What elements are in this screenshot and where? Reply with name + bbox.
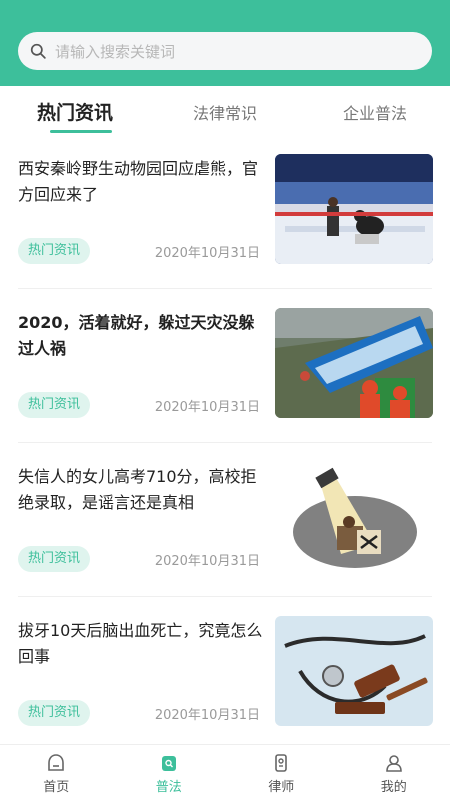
law-icon (161, 756, 176, 771)
list-divider (18, 288, 432, 289)
tab-legal-knowledge[interactable]: 法律常识 (150, 86, 300, 136)
search-bar[interactable]: 请输入搜索关键词 (18, 32, 432, 70)
list-item[interactable]: 2020，活着就好，躲过天灾没躲过人祸 热门资讯 2020年10月31日 (0, 290, 450, 444)
category-tag: 热门资讯 (18, 392, 91, 418)
article-title: 西安秦岭野生动物园回应虐熊，官方回应来了 (18, 159, 259, 204)
bear-show-photo (275, 154, 433, 264)
header-bar: 请输入搜索关键词 (0, 0, 450, 86)
article-title: 2020，活着就好，躲过天灾没躲过人祸 (18, 313, 255, 358)
tab-hot-news[interactable]: 热门资讯 (0, 86, 150, 136)
nav-lawyer[interactable]: 律师 (225, 745, 338, 800)
tab-label: 企业普法 (342, 104, 407, 123)
stethoscope-gavel-photo (275, 616, 433, 726)
list-divider (18, 596, 432, 597)
list-divider (18, 442, 432, 443)
bottom-navigation: 首页 普法 律师 我的 (0, 744, 450, 800)
search-icon (30, 43, 46, 59)
nav-law[interactable]: 普法 (113, 745, 226, 800)
home-icon (48, 754, 65, 771)
list-item[interactable]: 拔牙10天后脑出血死亡，究竟怎么回事 热门资讯 2020年10月31日 (0, 598, 450, 752)
nav-label: 律师 (268, 780, 295, 795)
tab-label: 热门资讯 (36, 102, 113, 124)
tab-enterprise-law[interactable]: 企业普法 (300, 86, 450, 136)
nav-label: 首页 (43, 780, 70, 795)
category-tag: 热门资讯 (18, 546, 91, 572)
list-item[interactable]: 失信人的女儿高考710分，高校拒绝录取，是谣言还是真相 热门资讯 2020年10… (0, 444, 450, 598)
article-date: 2020年10月31日 (154, 246, 260, 261)
list-item[interactable]: 西安秦岭野生动物园回应虐熊，官方回应来了 热门资讯 2020年10月31日 (0, 136, 450, 290)
search-input[interactable]: 请输入搜索关键词 (55, 41, 175, 62)
article-date: 2020年10月31日 (154, 400, 260, 415)
nav-label: 我的 (380, 780, 407, 795)
profile-icon (385, 755, 402, 772)
category-tabs: 热门资讯 法律常识 企业普法 (0, 86, 450, 136)
article-title: 拔牙10天后脑出血死亡，究竟怎么回事 (18, 621, 263, 666)
category-tag: 热门资讯 (18, 700, 91, 726)
tab-active-indicator (50, 130, 112, 133)
article-title: 失信人的女儿高考710分，高校拒绝录取，是谣言还是真相 (18, 467, 257, 512)
category-tag: 热门资讯 (18, 238, 91, 264)
nav-label: 普法 (155, 780, 182, 795)
lawyer-icon (275, 754, 288, 772)
spotlight-illustration (275, 462, 433, 572)
article-date: 2020年10月31日 (154, 708, 260, 723)
tab-label: 法律常识 (192, 104, 257, 123)
nav-home[interactable]: 首页 (0, 745, 113, 800)
nav-profile[interactable]: 我的 (338, 745, 450, 800)
bus-in-water-photo (275, 308, 433, 418)
article-date: 2020年10月31日 (154, 554, 260, 569)
